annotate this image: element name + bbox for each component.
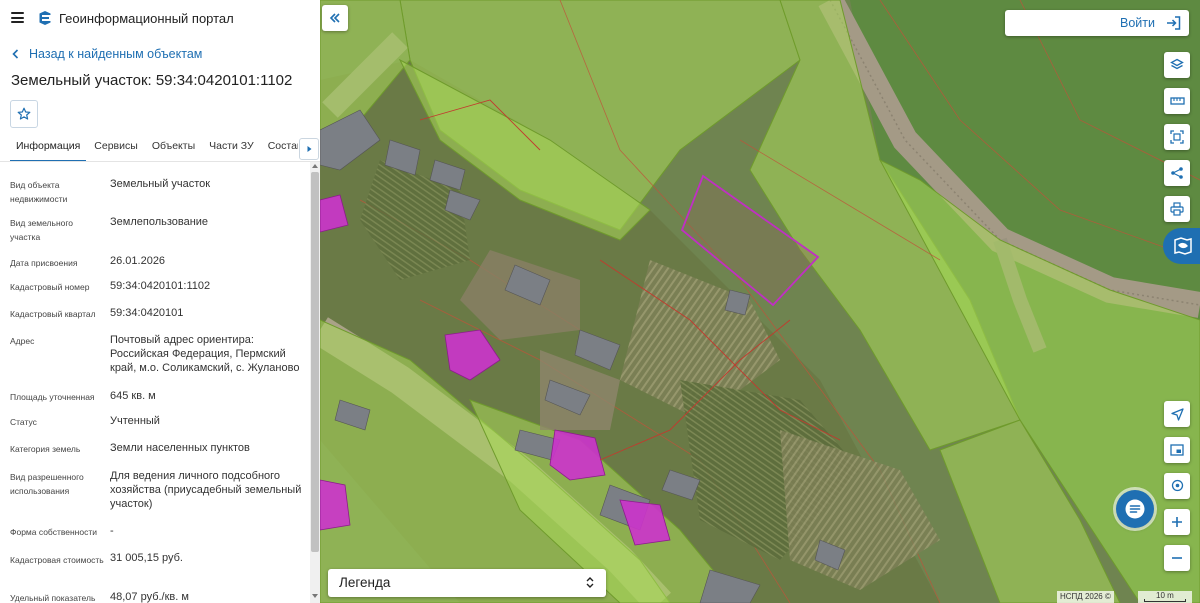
attr-value: Для ведения личного подсобного хозяйства… <box>110 470 302 510</box>
layers-icon <box>1170 58 1184 70</box>
ruler-icon <box>1169 97 1185 105</box>
attr-value: Почтовый адрес ориентира: Российская Фед… <box>110 334 300 374</box>
legend-label: Легенда <box>339 575 391 590</box>
zoom-out-icon <box>1172 557 1182 559</box>
attr-value: 645 кв. м <box>110 390 156 402</box>
star-icon <box>17 107 31 120</box>
caret-right-icon <box>307 146 311 152</box>
attr-label: Кадастровая стоимость <box>10 555 104 565</box>
double-chevron-left-icon <box>329 13 340 23</box>
chat-icon <box>1125 499 1145 519</box>
zoom-out-button[interactable] <box>1164 545 1190 571</box>
chevron-up-down-icon <box>586 577 594 588</box>
attr-value: Учтенный <box>110 415 160 427</box>
attribute-list: Вид объекта недвижимости Земельный участ… <box>0 162 310 603</box>
map-canvas[interactable] <box>320 0 1200 603</box>
share-button[interactable] <box>1164 160 1190 186</box>
geo-pin-button[interactable] <box>1164 473 1190 499</box>
attr-value: Землепользование <box>110 216 209 228</box>
scale-bar: 10 m <box>1138 591 1192 603</box>
attr-label: Кадастровый номер <box>10 282 90 292</box>
scroll-up-arrow[interactable] <box>312 164 318 168</box>
locate-icon <box>1170 407 1184 421</box>
login-label: Войти <box>1120 16 1155 30</box>
tab-parts[interactable]: Части ЗУ <box>203 136 260 160</box>
chevron-left-icon <box>12 49 19 59</box>
tab-objects[interactable]: Объекты <box>146 136 201 160</box>
info-panel: Геоинформационный портал Назад к найденн… <box>0 0 321 603</box>
favorite-button[interactable] <box>10 100 38 128</box>
back-link-label: Назад к найденным объектам <box>29 47 203 61</box>
zoom-in-icon <box>1172 517 1182 527</box>
zoom-in-button[interactable] <box>1164 509 1190 535</box>
attr-value: 31 005,15 руб. <box>110 552 183 564</box>
attr-label: Вид объекта недвижимости <box>10 180 68 204</box>
attr-value: Земли населенных пунктов <box>110 442 250 454</box>
attr-label: Вид земельного участка <box>10 218 74 242</box>
panel-header: Геоинформационный портал <box>0 0 320 36</box>
attr-label: Категория земель <box>10 444 81 454</box>
panel-scrollbar[interactable] <box>310 162 320 603</box>
tabs-scroll-right-button[interactable] <box>299 138 319 160</box>
print-button[interactable] <box>1164 196 1190 222</box>
login-button[interactable]: Войти <box>1005 10 1189 36</box>
back-to-results-link[interactable]: Назад к найденным объектам <box>12 46 202 62</box>
attr-value: 59:34:0420101:1102 <box>110 280 211 292</box>
attr-label: Дата присвоения <box>10 258 78 268</box>
select-area-button[interactable] <box>1164 124 1190 150</box>
attr-value: 59:34:0420101 <box>110 307 184 319</box>
print-icon <box>1170 202 1184 216</box>
object-title: Земельный участок: 59:34:0420101:1102 <box>11 72 293 89</box>
attr-value: - <box>110 525 114 537</box>
minimap-icon <box>1170 444 1184 456</box>
portal-title: Геоинформационный портал <box>59 11 234 26</box>
select-area-icon <box>1170 130 1184 144</box>
legend-dropdown[interactable]: Легенда <box>328 569 606 597</box>
attr-label: Адрес <box>10 336 35 346</box>
attr-label: Вид разрешенного использования <box>10 472 84 496</box>
scale-line <box>1144 599 1186 602</box>
collapse-panel-button[interactable] <box>322 5 348 31</box>
share-icon <box>1171 167 1183 179</box>
scroll-down-arrow[interactable] <box>312 594 318 598</box>
menu-icon[interactable] <box>11 12 24 23</box>
attr-label: Статус <box>10 417 37 427</box>
attr-value: 26.01.2026 <box>110 255 166 267</box>
attr-value: 48,07 руб./кв. м <box>110 591 189 603</box>
scroll-thumb[interactable] <box>311 172 319 552</box>
layers-button[interactable] <box>1164 52 1190 78</box>
map-zone-button[interactable] <box>1163 228 1200 264</box>
attr-label: Удельный показатель <box>10 593 96 603</box>
tab-bar: Информация Сервисы Объекты Части ЗУ Сост… <box>10 136 298 161</box>
geo-pin-icon <box>1171 479 1183 492</box>
attr-label: Форма собственности <box>10 527 97 537</box>
attr-value: Земельный участок <box>110 178 211 190</box>
minimap-button[interactable] <box>1164 437 1190 463</box>
attr-label: Кадастровый квартал <box>10 309 96 319</box>
chat-button[interactable] <box>1116 490 1154 528</box>
ruler-button[interactable] <box>1164 88 1190 114</box>
tab-information[interactable]: Информация <box>10 136 87 161</box>
attr-label: Площадь уточненная <box>10 392 95 402</box>
map-zone-icon <box>1174 237 1192 255</box>
locate-button[interactable] <box>1164 401 1190 427</box>
map-copyright: НСПД 2026 © <box>1057 591 1114 603</box>
tab-composition[interactable]: Состав <box>262 136 298 160</box>
login-icon <box>1167 16 1181 30</box>
map-view[interactable]: Войти Легенда НСПД 2026 © 10 m <box>320 0 1200 603</box>
tab-services[interactable]: Сервисы <box>88 136 144 160</box>
portal-logo-icon <box>39 11 51 25</box>
